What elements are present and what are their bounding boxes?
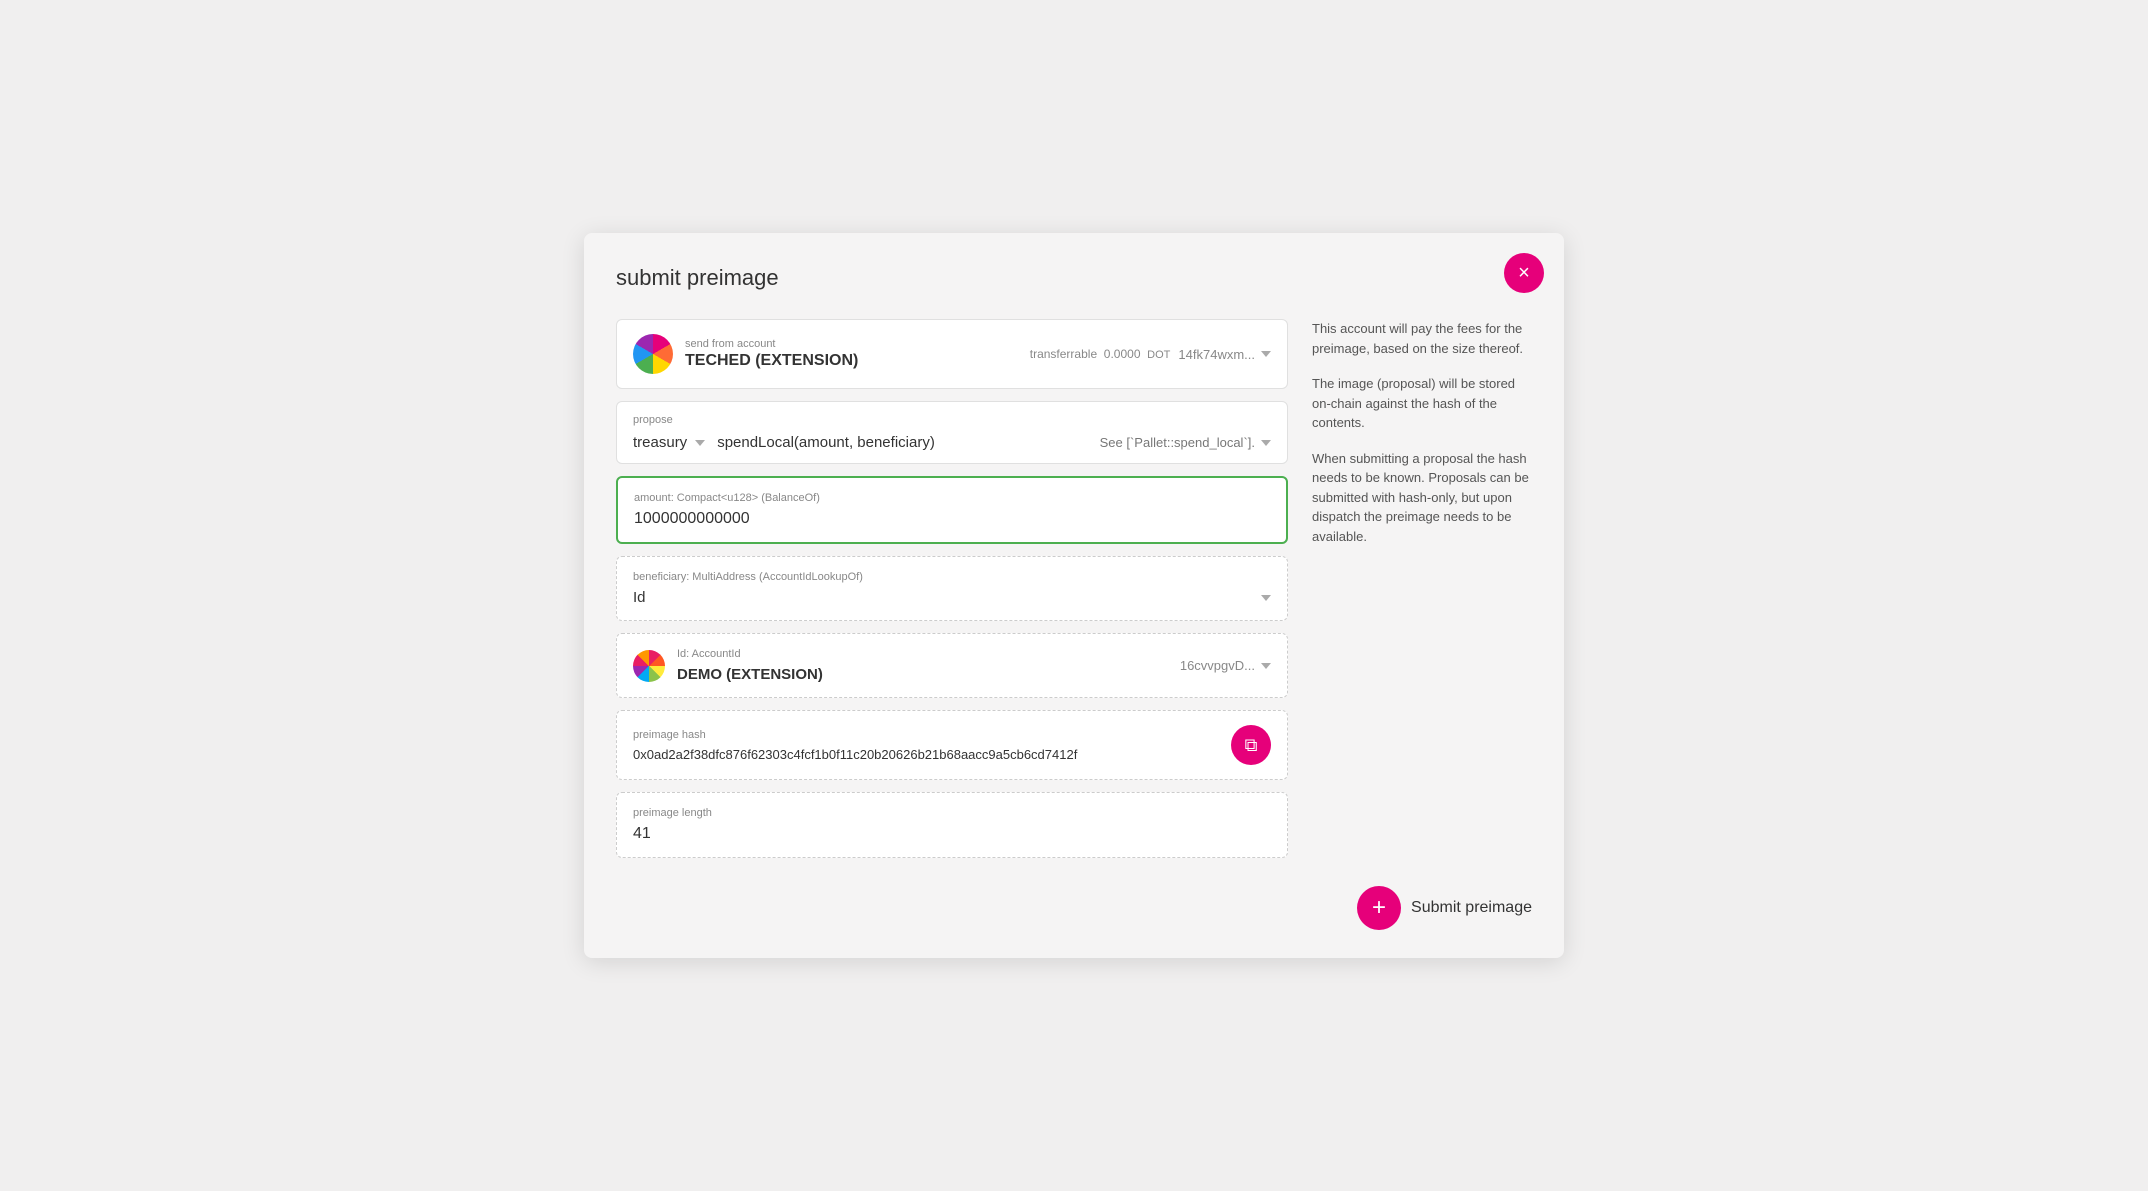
close-button[interactable]: × — [1504, 253, 1544, 293]
account-id-info: Id: AccountId DEMO (EXTENSION) — [677, 648, 823, 683]
help-text-1: This account will pay the fees for the p… — [1312, 319, 1532, 358]
account-id-param-label: Id: AccountId — [677, 648, 823, 660]
submit-row: + Submit preimage — [1357, 886, 1532, 930]
demo-chevron-icon — [1261, 663, 1271, 669]
help-area: This account will pay the fees for the p… — [1312, 319, 1532, 858]
account-name: TECHED (EXTENSION) — [685, 352, 858, 370]
transferrable-label: transferrable 0.0000 DOT — [1030, 347, 1171, 361]
propose-label: propose — [633, 414, 1271, 426]
submit-plus-button[interactable]: + — [1357, 886, 1401, 930]
preimage-hash-value: 0x0ad2a2f38dfc876f62303c4fcf1b0f11c20b20… — [633, 747, 1219, 762]
help-text-2: The image (proposal) will be stored on-c… — [1312, 374, 1532, 433]
form-area: send from account TECHED (EXTENSION) tra… — [616, 319, 1288, 858]
amount-card[interactable]: amount: Compact<u128> (BalanceOf) 100000… — [616, 476, 1288, 544]
propose-card: propose treasury spendLocal(amount, bene… — [616, 401, 1288, 464]
chevron-down-icon — [1261, 351, 1271, 357]
propose-row: treasury spendLocal(amount, beneficiary)… — [633, 434, 1271, 451]
demo-account-name: DEMO (EXTENSION) — [677, 666, 823, 683]
preimage-length-value: 41 — [633, 825, 1271, 843]
module-chevron-icon — [695, 440, 705, 446]
module-dropdown[interactable]: treasury — [633, 434, 705, 451]
beneficiary-card: beneficiary: MultiAddress (AccountIdLook… — [616, 556, 1288, 621]
see-pallet-text: See [`Pallet::spend_local`]. — [1100, 435, 1255, 450]
account-id-left: Id: AccountId DEMO (EXTENSION) — [633, 648, 823, 683]
demo-avatar — [633, 650, 665, 682]
copy-hash-button[interactable]: ⧉ — [1231, 725, 1271, 765]
address-row: 14fk74wxm... — [1178, 347, 1271, 362]
modal-title: submit preimage — [616, 265, 1532, 291]
account-right[interactable]: transferrable 0.0000 DOT 14fk74wxm... — [1030, 347, 1271, 362]
see-pallet-chevron-icon — [1261, 440, 1271, 446]
submit-preimage-modal: submit preimage × send from account TECH… — [584, 233, 1564, 958]
function-name: spendLocal(amount, beneficiary) — [717, 434, 1087, 451]
beneficiary-select-row[interactable]: Id — [633, 589, 1271, 606]
amount-value: 1000000000000 — [634, 510, 1270, 528]
beneficiary-chevron-icon — [1261, 595, 1271, 601]
preimage-length-label: preimage length — [633, 807, 1271, 819]
account-left: send from account TECHED (EXTENSION) — [633, 334, 858, 374]
beneficiary-id-select: Id — [633, 589, 646, 606]
module-name: treasury — [633, 434, 687, 451]
avatar — [633, 334, 673, 374]
demo-address-row: 16cvvpgvD... — [1180, 658, 1271, 673]
hash-content: preimage hash 0x0ad2a2f38dfc876f62303c4f… — [633, 729, 1219, 762]
send-from-label: send from account — [685, 338, 858, 350]
help-text-3: When submitting a proposal the hash need… — [1312, 449, 1532, 547]
preimage-length-card: preimage length 41 — [616, 792, 1288, 858]
preimage-hash-card: preimage hash 0x0ad2a2f38dfc876f62303c4f… — [616, 710, 1288, 780]
amount-param-label: amount: Compact<u128> (BalanceOf) — [634, 492, 1270, 504]
account-info: send from account TECHED (EXTENSION) — [685, 338, 858, 370]
beneficiary-param-label: beneficiary: MultiAddress (AccountIdLook… — [633, 571, 1271, 583]
account-card: send from account TECHED (EXTENSION) tra… — [616, 319, 1288, 389]
preimage-hash-label: preimage hash — [633, 729, 1219, 741]
account-id-card[interactable]: Id: AccountId DEMO (EXTENSION) 16cvvpgvD… — [616, 633, 1288, 698]
submit-label: Submit preimage — [1411, 899, 1532, 917]
see-pallet-dropdown[interactable]: See [`Pallet::spend_local`]. — [1100, 435, 1271, 450]
